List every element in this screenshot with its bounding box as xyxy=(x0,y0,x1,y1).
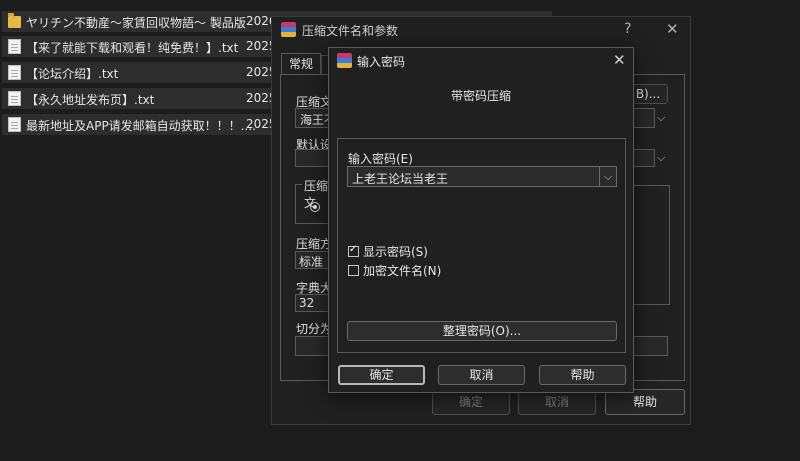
password-value: 上老王论坛当老王 xyxy=(352,172,449,186)
help-icon[interactable]: ? xyxy=(624,21,631,37)
winrar-icon xyxy=(337,53,352,68)
method-select[interactable]: 标准 xyxy=(295,251,331,269)
checkbox-checked-icon[interactable] xyxy=(348,244,359,257)
password-label: 输入密码(E) xyxy=(348,152,413,166)
password-input[interactable]: 上老王论坛当老王 ⌵ xyxy=(347,166,617,187)
chevron-down-icon[interactable]: ⌵ xyxy=(604,170,612,184)
file-name: ヤリチン不動産～家賃回収物語～ 製品版 xyxy=(26,16,246,30)
file-name: 最新地址及APP请发邮箱自动获取！！！.... xyxy=(26,119,256,133)
document-icon xyxy=(8,65,21,80)
organize-passwords-button[interactable]: 整理密码(O)... xyxy=(347,321,617,341)
winrar-icon xyxy=(281,22,296,37)
encrypt-filenames-label: 加密文件名(N) xyxy=(363,264,442,278)
dialog-title: 压缩文件名和参数 xyxy=(302,24,399,38)
document-icon xyxy=(8,39,21,54)
tab-general[interactable]: 常规 xyxy=(281,53,321,75)
cancel-button[interactable]: 取消 xyxy=(438,365,525,385)
close-icon[interactable]: ✕ xyxy=(613,51,626,69)
ok-button[interactable]: 确定 xyxy=(338,365,425,385)
split-label: 切分为 xyxy=(296,322,333,336)
checkbox-unchecked-icon[interactable] xyxy=(348,265,359,276)
show-password-label: 显示密码(S) xyxy=(363,245,428,259)
chevron-down-icon[interactable]: ⌵ xyxy=(657,111,665,125)
chevron-down-icon[interactable]: ⌵ xyxy=(657,151,665,165)
file-name: 【来了就能下载和观看！纯免费！】.txt xyxy=(26,41,239,55)
help-button[interactable]: 帮助 xyxy=(539,365,626,385)
enter-password-dialog: 输入密码 ✕ 带密码压缩 输入密码(E) 上老王论坛当老王 ⌵ 显示密码(S) … xyxy=(328,47,634,393)
close-icon[interactable]: ✕ xyxy=(666,20,679,38)
document-icon xyxy=(8,91,21,106)
show-password-checkbox[interactable]: 显示密码(S) xyxy=(348,243,428,260)
encrypt-filenames-checkbox[interactable]: 加密文件名(N) xyxy=(348,262,441,279)
dialog-title: 输入密码 xyxy=(357,55,406,69)
file-name: 【永久地址发布页】.txt xyxy=(26,93,155,107)
dictionary-value: 32 xyxy=(299,296,315,310)
dialog-heading: 带密码压缩 xyxy=(450,89,511,103)
browse-button[interactable]: B)... xyxy=(628,84,668,104)
format-radio[interactable] xyxy=(310,202,320,212)
dictionary-select[interactable]: 32 xyxy=(295,294,331,312)
file-name: 【论坛介绍】.txt xyxy=(26,67,119,81)
folder-icon xyxy=(8,12,21,28)
password-group: 输入密码(E) 上老王论坛当老王 ⌵ 显示密码(S) 加密文件名(N) 整理密码… xyxy=(337,138,626,353)
method-value: 标准 xyxy=(299,255,324,269)
method-label: 压缩方 xyxy=(296,237,333,251)
document-icon xyxy=(8,117,21,132)
